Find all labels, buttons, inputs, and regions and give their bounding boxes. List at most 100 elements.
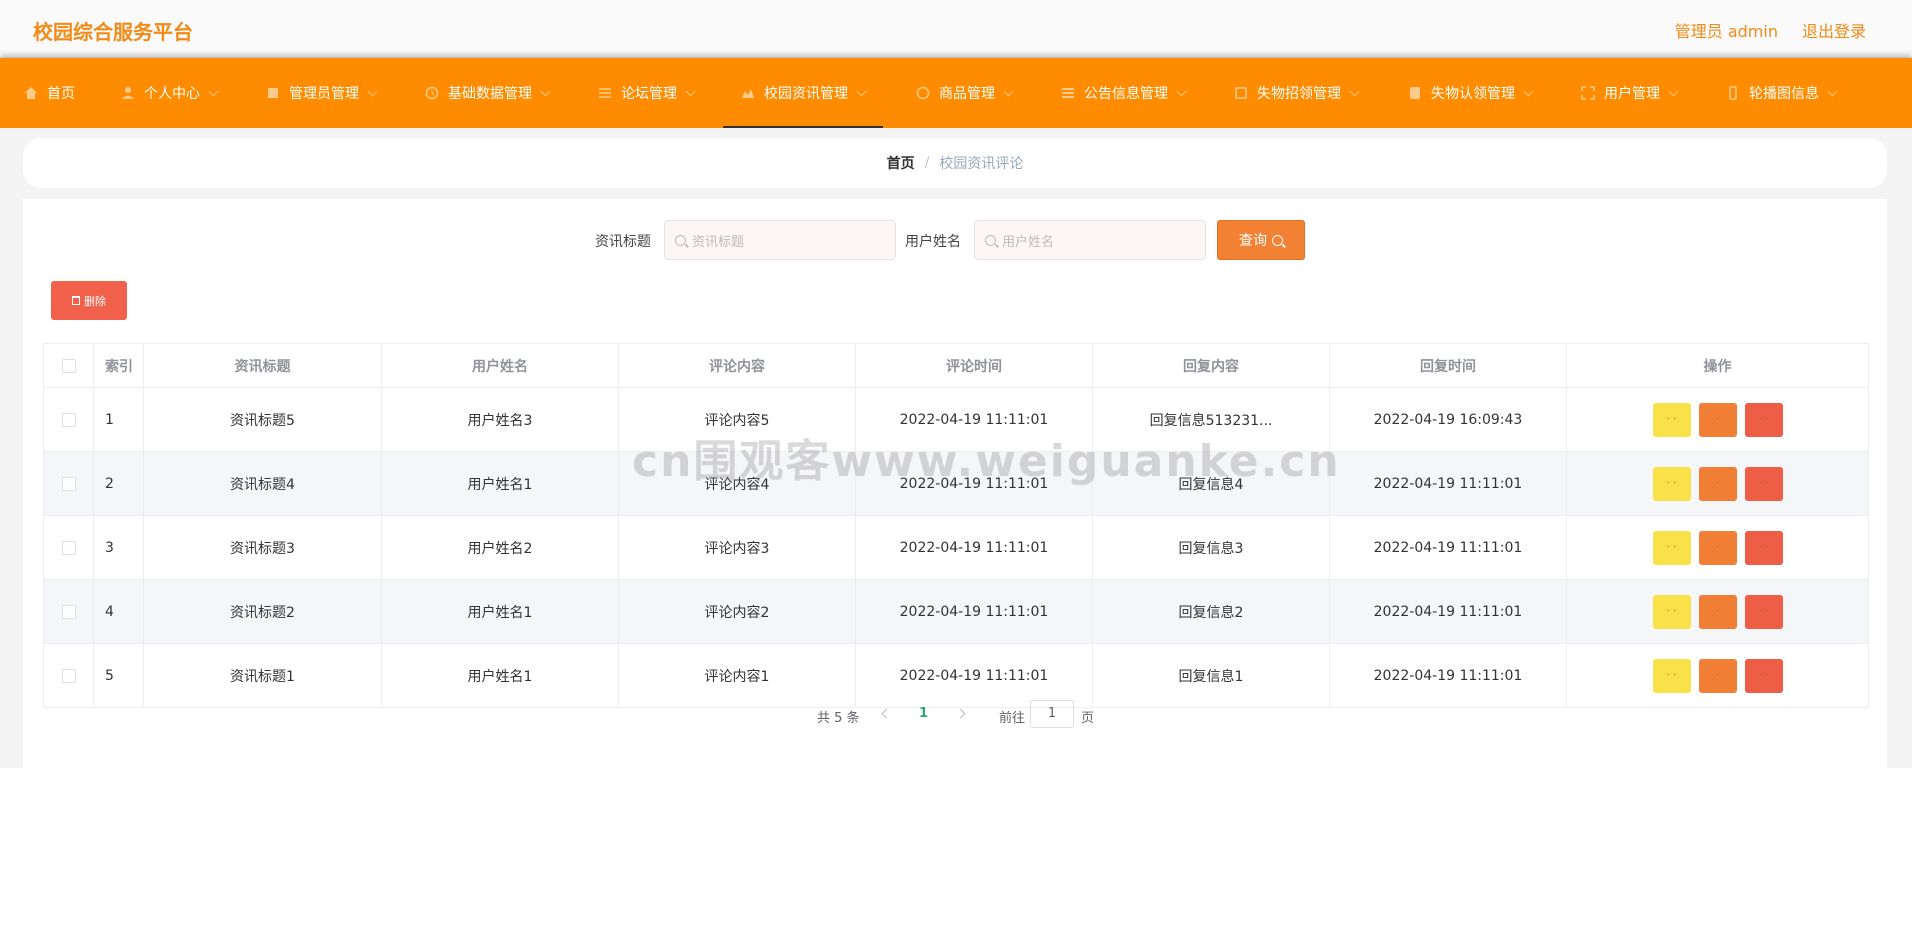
query-button[interactable]: 查询 [1217,220,1305,260]
chevron-down-icon [1003,86,1014,96]
chevron-right-icon[interactable] [955,708,966,719]
query-button-label: 查询 [1239,233,1267,249]
lost-icon [1235,87,1247,99]
header-actions: 管理员 admin 退出登录 [1675,18,1866,42]
nav-item-users[interactable]: 用户管理 [1581,58,1679,128]
nav-item-forum[interactable]: 论坛管理 [598,58,696,128]
cell-news-title: 资讯标题4 [143,451,382,516]
row-delete-button[interactable]: · · [1744,594,1783,629]
nav-item-notice[interactable]: 公告信息管理 [1061,58,1187,128]
chevron-down-icon [1349,86,1360,96]
chevron-down-icon [540,86,551,96]
column-header: 回复内容 [1092,343,1330,388]
chevron-down-icon [1176,86,1187,96]
row-delete-button[interactable]: · · [1744,530,1783,565]
nav-item-campus-news[interactable]: 校园资讯管理 [723,58,883,128]
chevron-down-icon [208,86,219,96]
row-delete-button[interactable]: · · [1744,402,1783,437]
data-icon [425,86,439,100]
breadcrumb: 首页 / 校园资讯评论 [23,138,1887,188]
nav-label: 公告信息管理 [1084,86,1168,102]
comments-table: 索引 资讯标题 用户姓名 评论内容 评论时间 回复内容 回复时间 操作 1 资讯… [43,343,1869,708]
select-cell [43,451,94,516]
detail-button[interactable]: · · [1652,594,1691,629]
nav-item-carousel[interactable]: 轮播图信息 [1726,58,1838,128]
cell-news-title: 资讯标题2 [143,579,382,644]
page-jump-input[interactable]: 1 [1030,700,1074,728]
watermark: cn围观客www.weiguanke.cn [632,436,1341,487]
cell-reply-time: 2022-04-19 11:11:01 [1329,643,1567,708]
nav-label: 失物招领管理 [1257,86,1341,102]
nav-item-home[interactable]: 首页 [24,58,75,128]
cell-comment: 评论内容2 [618,579,856,644]
nav-item-lost-found[interactable]: 失物招领管理 [1234,58,1360,128]
user-label[interactable]: 管理员 admin [1675,18,1778,42]
detail-button[interactable]: · · [1652,402,1691,437]
cell-user-name: 用户姓名2 [381,515,619,580]
breadcrumb-home[interactable]: 首页 [887,153,915,173]
user-search-input[interactable]: 用户姓名 [974,220,1206,260]
pagination-goto-label: 前往 [999,711,1026,726]
cell-index: 1 [93,387,144,452]
search-icon [1272,234,1283,246]
select-all-checkbox[interactable] [61,358,76,373]
cell-comment-time: 2022-04-19 11:11:01 [855,643,1093,708]
user-icon [122,87,134,99]
edit-button[interactable]: · [1698,530,1737,565]
cell-reply: 回复信息2 [1092,579,1330,644]
nav-label: 轮播图信息 [1749,86,1819,102]
row-checkbox[interactable] [61,604,76,619]
app-title: 校园综合服务平台 [33,20,193,44]
edit-button[interactable]: · [1698,658,1737,693]
cell-reply-time: 2022-04-19 11:11:01 [1329,515,1567,580]
cell-index: 5 [93,643,144,708]
cell-actions: · · · · · [1566,643,1869,708]
claim-icon [1410,87,1420,99]
edit-button[interactable]: · [1698,402,1737,437]
forum-icon [599,88,611,98]
nav-item-claim[interactable]: 失物认领管理 [1408,58,1534,128]
detail-button[interactable]: · · [1652,466,1691,501]
edit-button[interactable]: · [1698,594,1737,629]
row-checkbox[interactable] [61,540,76,555]
chevron-left-icon[interactable] [881,708,892,719]
search-icon [985,234,996,246]
detail-button[interactable]: · · [1652,658,1691,693]
title-search-input[interactable]: 资讯标题 [664,220,896,260]
row-delete-button[interactable]: · · [1744,658,1783,693]
delete-button-label: 删除 [84,294,106,308]
cell-actions: · · · · · [1566,515,1869,580]
nav-label: 首页 [47,86,75,102]
nav-item-goods[interactable]: 商品管理 [916,58,1014,128]
cell-comment: 评论内容3 [618,515,856,580]
chevron-down-icon [367,86,378,96]
column-header: 评论内容 [618,343,856,388]
nav-item-basic-data[interactable]: 基础数据管理 [425,58,551,128]
delete-button[interactable]: 删除 [51,281,127,320]
goods-icon [916,86,930,100]
cell-reply: 回复信息3 [1092,515,1330,580]
cell-user-name: 用户姓名1 [381,451,619,516]
cell-actions: · · · · · [1566,451,1869,516]
nav-item-profile[interactable]: 个人中心 [121,58,219,128]
detail-button[interactable]: · · [1652,530,1691,565]
select-cell [43,643,94,708]
pagination-total: 共 5 条 [817,711,860,726]
nav-item-admin[interactable]: 管理员管理 [266,58,378,128]
row-delete-button[interactable]: · · [1744,466,1783,501]
row-checkbox[interactable] [61,476,76,491]
cell-actions: · · · · · [1566,387,1869,452]
row-checkbox[interactable] [61,668,76,683]
nav-label: 用户管理 [1604,86,1660,102]
chevron-down-icon [1668,86,1679,96]
logout-link[interactable]: 退出登录 [1802,18,1866,42]
pagination-page-suffix: 页 [1081,711,1095,726]
nav-label: 基础数据管理 [448,86,532,102]
chevron-down-icon [1523,86,1534,96]
edit-button[interactable]: · [1698,466,1737,501]
row-checkbox[interactable] [61,412,76,427]
page-number[interactable]: 1 [919,706,928,721]
top-header: 校园综合服务平台 管理员 admin 退出登录 [0,0,1912,58]
column-header: 回复时间 [1329,343,1567,388]
user-search-placeholder: 用户姓名 [1002,234,1055,250]
